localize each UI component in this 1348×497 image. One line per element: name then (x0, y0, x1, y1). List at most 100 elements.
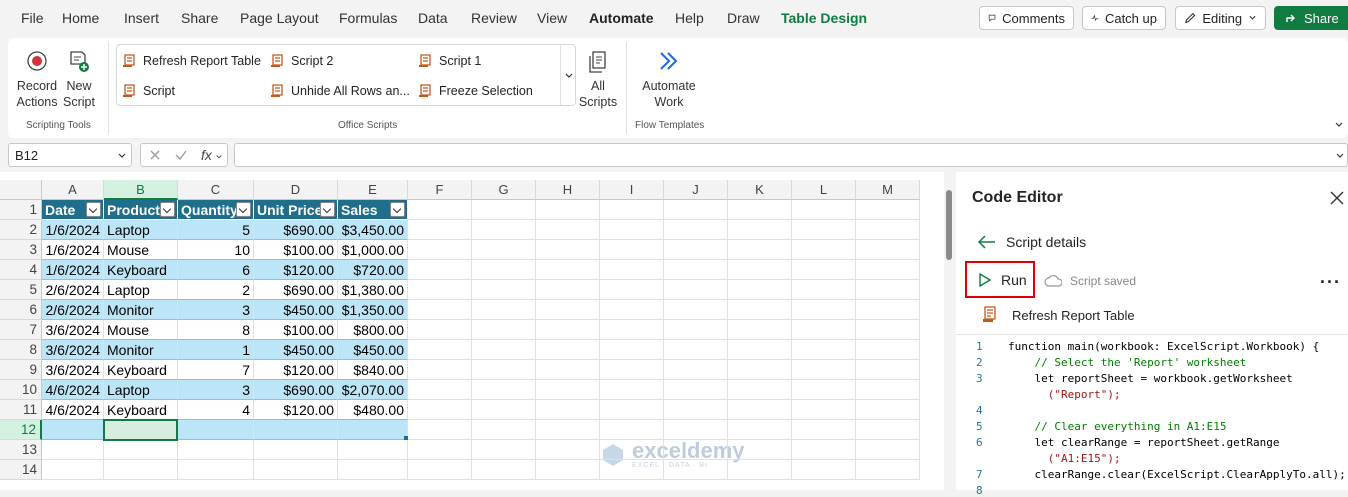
column-header[interactable]: A (42, 180, 104, 200)
table-cell[interactable]: Laptop (104, 220, 178, 240)
empty-cell[interactable] (408, 240, 472, 260)
automate-work-button[interactable]: Automate Work (638, 50, 700, 110)
empty-cell[interactable] (664, 240, 728, 260)
table-cell[interactable]: 3/6/2024 (42, 320, 104, 340)
script-details-link[interactable]: Script details (978, 234, 1086, 250)
empty-cell[interactable] (472, 360, 536, 380)
empty-cell[interactable] (408, 320, 472, 340)
column-header[interactable]: C (178, 180, 254, 200)
code-line[interactable]: let clearRange = reportSheet.getRange (1008, 436, 1279, 449)
code-line[interactable]: function main(workbook: ExcelScript.Work… (1008, 340, 1319, 353)
empty-cell[interactable] (728, 280, 792, 300)
table-cell[interactable]: $2,070.00 (338, 380, 408, 400)
empty-cell[interactable] (104, 460, 178, 480)
empty-cell[interactable] (600, 260, 664, 280)
column-header[interactable]: K (728, 180, 792, 200)
table-cell[interactable]: 2/6/2024 (42, 300, 104, 320)
table-cell[interactable]: Laptop (104, 380, 178, 400)
tab-insert[interactable]: Insert (124, 10, 159, 26)
table-cell[interactable]: Mouse (104, 320, 178, 340)
code-line[interactable]: // Clear everything in A1:E15 (1008, 420, 1226, 433)
code-line[interactable]: ("Report"); (1008, 388, 1121, 401)
table-cell[interactable]: $120.00 (254, 360, 338, 380)
empty-cell[interactable] (42, 460, 104, 480)
empty-cell[interactable] (536, 280, 600, 300)
column-header[interactable]: L (792, 180, 856, 200)
table-cell[interactable] (42, 420, 104, 440)
table-cell[interactable] (338, 420, 408, 440)
empty-cell[interactable] (792, 360, 856, 380)
filter-dropdown-icon[interactable] (390, 202, 405, 217)
empty-cell[interactable] (664, 280, 728, 300)
table-cell[interactable]: $690.00 (254, 220, 338, 240)
tab-formulas[interactable]: Formulas (339, 10, 397, 26)
check-icon[interactable] (175, 149, 187, 161)
empty-cell[interactable] (664, 360, 728, 380)
row-header[interactable]: 4 (0, 260, 42, 280)
empty-cell[interactable] (600, 320, 664, 340)
empty-cell[interactable] (600, 420, 664, 440)
gallery-expand-button[interactable] (560, 45, 576, 105)
empty-cell[interactable] (472, 340, 536, 360)
cancel-icon[interactable] (149, 149, 161, 161)
tab-draw[interactable]: Draw (727, 10, 760, 26)
collapse-ribbon-icon[interactable] (1334, 120, 1344, 130)
tab-view[interactable]: View (537, 10, 567, 26)
empty-cell[interactable] (728, 440, 792, 460)
table-cell[interactable]: $120.00 (254, 260, 338, 280)
gallery-item-script-2[interactable]: Script 2 (270, 53, 333, 69)
table-cell[interactable]: $800.00 (338, 320, 408, 340)
chevron-down-icon[interactable] (1335, 151, 1345, 161)
record-actions-button[interactable]: Record Actions (14, 50, 60, 110)
table-cell[interactable]: $100.00 (254, 320, 338, 340)
empty-cell[interactable] (472, 320, 536, 340)
gallery-item-refresh-report-table[interactable]: Refresh Report Table (122, 53, 261, 69)
column-header[interactable]: I (600, 180, 664, 200)
empty-cell[interactable] (408, 400, 472, 420)
row-header[interactable]: 14 (0, 460, 42, 480)
empty-cell[interactable] (792, 220, 856, 240)
empty-cell[interactable] (792, 380, 856, 400)
empty-cell[interactable] (728, 320, 792, 340)
column-header[interactable]: F (408, 180, 472, 200)
empty-cell[interactable] (408, 420, 472, 440)
row-header[interactable]: 7 (0, 320, 42, 340)
table-cell[interactable]: $1,350.00 (338, 300, 408, 320)
empty-cell[interactable] (408, 200, 472, 220)
empty-cell[interactable] (472, 220, 536, 240)
close-icon[interactable] (1330, 191, 1344, 205)
empty-cell[interactable] (408, 440, 472, 460)
formula-input[interactable] (234, 143, 1348, 167)
empty-cell[interactable] (536, 260, 600, 280)
empty-cell[interactable] (856, 320, 920, 340)
column-header[interactable]: B (104, 180, 178, 200)
empty-cell[interactable] (472, 240, 536, 260)
empty-cell[interactable] (664, 200, 728, 220)
table-cell[interactable]: Keyboard (104, 400, 178, 420)
table-cell[interactable]: Laptop (104, 280, 178, 300)
table-cell[interactable]: Monitor (104, 340, 178, 360)
name-box[interactable]: B12 (8, 143, 132, 167)
table-cell[interactable]: 3 (178, 300, 254, 320)
table-cell[interactable] (254, 420, 338, 440)
table-header-cell[interactable]: Product (104, 200, 178, 220)
empty-cell[interactable] (472, 460, 536, 480)
table-cell[interactable]: Keyboard (104, 260, 178, 280)
row-header[interactable]: 6 (0, 300, 42, 320)
insert-function-button[interactable]: fx (201, 147, 212, 163)
empty-cell[interactable] (472, 300, 536, 320)
filter-dropdown-icon[interactable] (320, 202, 335, 217)
table-cell[interactable]: 1 (178, 340, 254, 360)
gallery-item-script[interactable]: Script (122, 83, 175, 99)
empty-cell[interactable] (536, 440, 600, 460)
table-cell[interactable]: 1/6/2024 (42, 220, 104, 240)
empty-cell[interactable] (408, 360, 472, 380)
column-header[interactable]: M (856, 180, 920, 200)
table-cell[interactable]: 3 (178, 380, 254, 400)
comments-button[interactable]: Comments (979, 6, 1074, 30)
table-cell[interactable]: $450.00 (338, 340, 408, 360)
empty-cell[interactable] (408, 380, 472, 400)
empty-cell[interactable] (472, 280, 536, 300)
row-header[interactable]: 8 (0, 340, 42, 360)
code-area[interactable]: 1 function main(workbook: ExcelScript.Wor… (956, 334, 1348, 497)
